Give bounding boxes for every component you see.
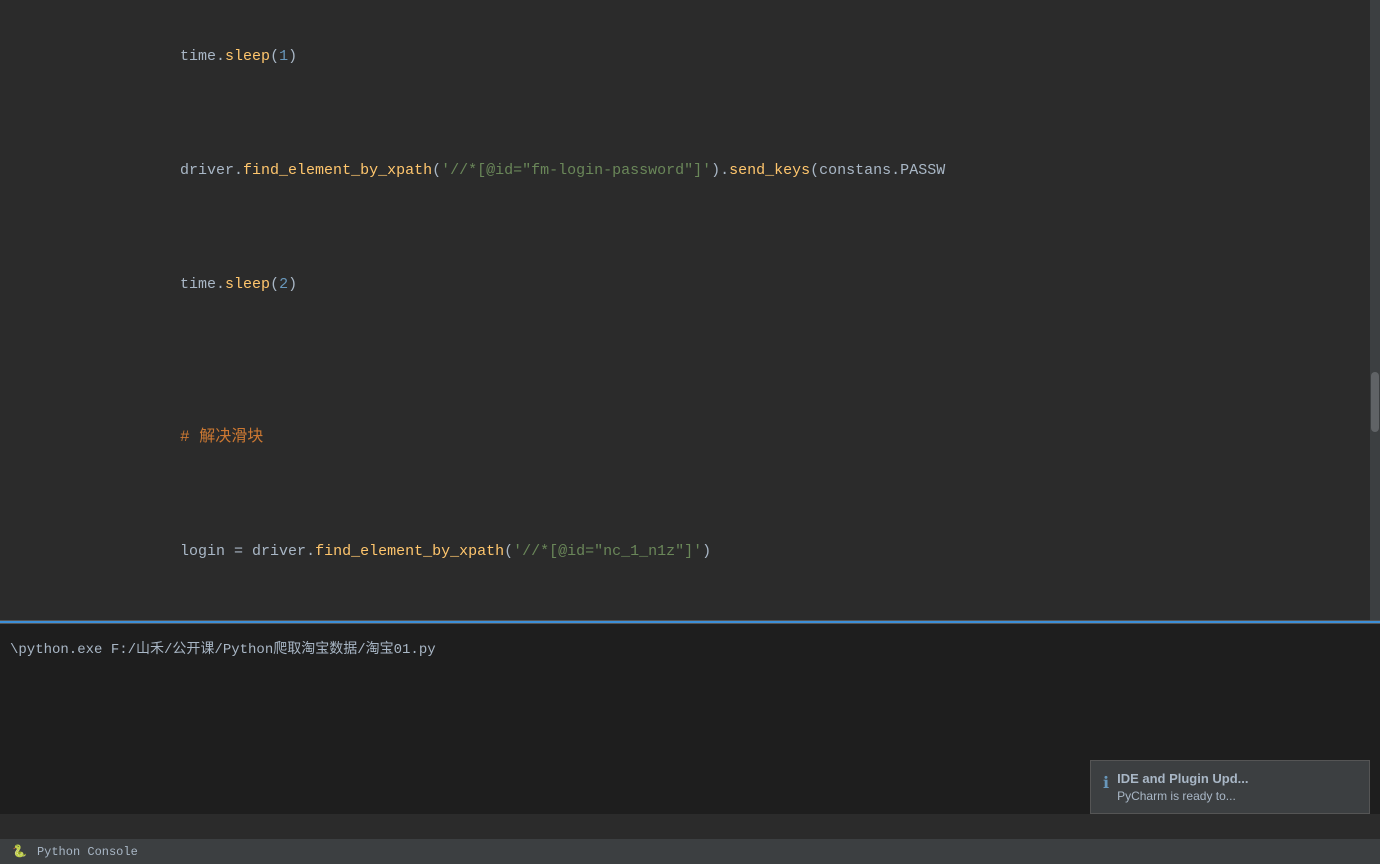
code-line-comment: # 解决滑块 <box>90 380 1380 495</box>
terminal-command: \python.exe F:/山禾/公开课/Python爬取淘宝数据/淘宝01.… <box>10 636 436 664</box>
code-line-3: time.sleep(2) <box>90 228 1380 342</box>
code-token: time <box>180 48 216 65</box>
code-line-1: time.sleep(1) <box>90 0 1380 114</box>
code-editor[interactable]: time.sleep(1) driver.find_element_by_xpa… <box>0 0 1380 620</box>
code-line-empty <box>90 342 1380 380</box>
notification-title: IDE and Plugin Upd... <box>1117 771 1248 786</box>
code-line-login: login = driver.find_element_by_xpath('//… <box>90 495 1380 609</box>
python-console-icon: 🐍 <box>12 844 27 859</box>
python-console-label: Python Console <box>37 845 138 859</box>
notification-popup[interactable]: ℹ IDE and Plugin Upd... PyCharm is ready… <box>1090 760 1370 814</box>
notification-body: PyCharm is ready to... <box>1117 789 1248 803</box>
status-bar: 🐍 Python Console <box>0 839 1380 864</box>
code-line-action: action = ActionChains(driver) <box>90 609 1380 620</box>
terminal-command-line: \python.exe F:/山禾/公开课/Python爬取淘宝数据/淘宝01.… <box>0 634 1380 666</box>
code-line-2: driver.find_element_by_xpath('//*[@id="f… <box>90 114 1380 228</box>
notification-icon: ℹ <box>1103 773 1109 793</box>
notification-content: IDE and Plugin Upd... PyCharm is ready t… <box>1117 771 1248 803</box>
